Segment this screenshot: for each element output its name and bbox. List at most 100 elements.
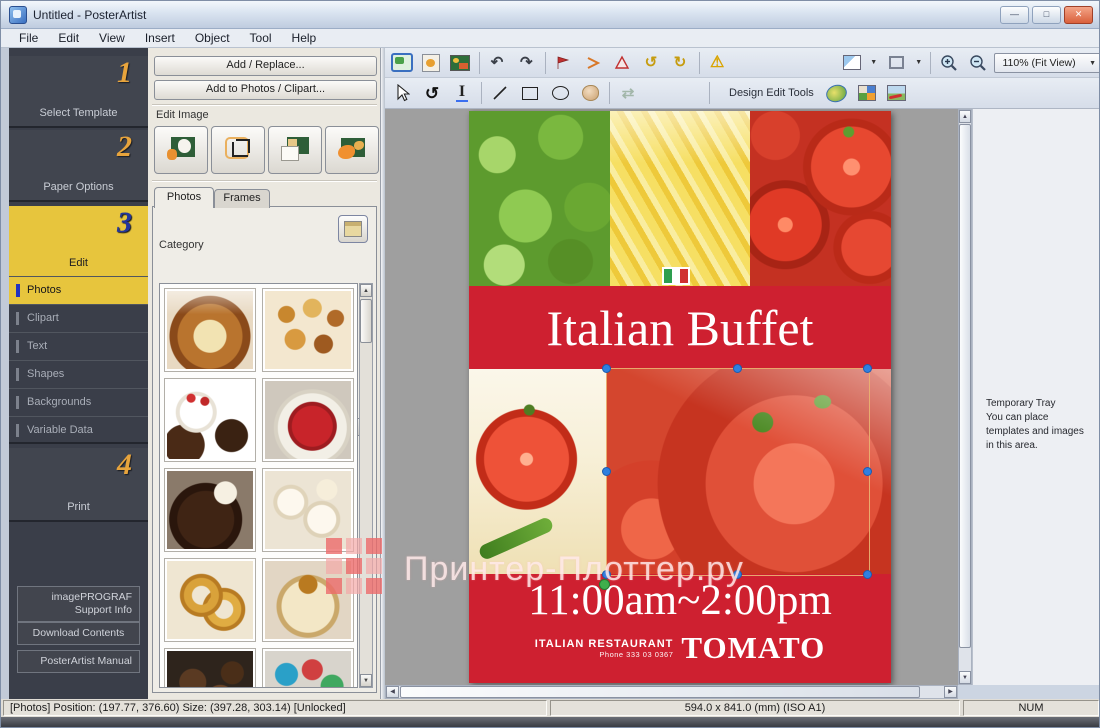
trimming-tool-button[interactable] xyxy=(211,126,265,174)
menu-file[interactable]: File xyxy=(9,30,48,46)
step-3-edit[interactable]: 3 Edit xyxy=(9,206,148,276)
sidebar-item-shapes[interactable]: Shapes xyxy=(9,360,148,388)
line-color-dropdown-arrow-icon[interactable]: ▼ xyxy=(915,59,922,66)
poster-image-tomatoes[interactable] xyxy=(750,111,891,286)
step-4-print[interactable]: 4 Print xyxy=(9,448,148,522)
canvas-hscroll-thumb[interactable] xyxy=(400,686,920,698)
menu-edit[interactable]: Edit xyxy=(48,30,89,46)
imageprograf-support-info-button[interactable]: imagePROGRAF Support Info xyxy=(17,586,140,622)
flip-horizontal-button[interactable] xyxy=(551,50,576,76)
maximize-button[interactable]: □ xyxy=(1032,6,1061,24)
poster-brand-text[interactable]: TOMATO xyxy=(681,632,825,663)
poster-canvas[interactable]: Italian Buffet 11:00am~2:00pm ITALIAN RE… xyxy=(469,111,891,683)
poster-phone-text[interactable]: Phone 333 03 0367 xyxy=(535,650,674,659)
poster-image-penne-pasta[interactable] xyxy=(610,111,750,286)
italian-flag-icon[interactable] xyxy=(662,267,690,285)
poster-title-band[interactable]: Italian Buffet xyxy=(469,286,891,369)
poster-image-tomato-slices[interactable] xyxy=(606,369,891,574)
zoom-out-button[interactable] xyxy=(965,50,990,76)
text-tool-button[interactable]: I xyxy=(449,80,475,106)
thumbnail-strawberry-tart[interactable] xyxy=(262,378,354,462)
view-mode-button[interactable] xyxy=(338,215,368,243)
poster-footer-band[interactable]: 11:00am~2:00pm ITALIAN RESTAURANT Phone … xyxy=(469,574,891,683)
fill-color-button[interactable] xyxy=(838,50,865,76)
photo-placeholder-tool-button[interactable] xyxy=(577,80,603,106)
sidebar-item-clipart[interactable]: Clipart xyxy=(9,304,148,332)
poster-time-text[interactable]: 11:00am~2:00pm xyxy=(469,576,891,625)
download-contents-button[interactable]: Download Contents xyxy=(17,622,140,645)
mirror-button[interactable] xyxy=(609,50,634,76)
sidebar-item-backgrounds[interactable]: Backgrounds xyxy=(9,388,148,416)
poster-restaurant-text[interactable]: ITALIAN RESTAURANT xyxy=(535,638,674,650)
sidebar-item-photos[interactable]: Photos xyxy=(9,276,148,304)
canvas-scroll-up-icon[interactable]: ▲ xyxy=(959,110,971,123)
rotate-right-button[interactable]: ↻ xyxy=(667,50,692,76)
temporary-tray[interactable]: Temporary Tray You can place templates a… xyxy=(972,109,1100,685)
photo-grid-scrollbar[interactable]: ▲ ▼ xyxy=(359,283,373,688)
thumbnail-fried-rings[interactable] xyxy=(164,558,256,642)
insert-image-button[interactable] xyxy=(447,50,472,76)
tab-photos[interactable]: Photos xyxy=(154,187,214,208)
menu-view[interactable]: View xyxy=(89,30,135,46)
selection-handle-nw[interactable] xyxy=(602,364,611,373)
menu-object[interactable]: Object xyxy=(185,30,240,46)
selection-handle-se[interactable] xyxy=(863,570,872,579)
close-button[interactable]: ✕ xyxy=(1064,6,1093,24)
swap-images-button[interactable]: ⇄ xyxy=(615,80,641,106)
selection-handle-ne[interactable] xyxy=(863,364,872,373)
add-replace-button[interactable]: Add / Replace... xyxy=(154,56,377,76)
layout-edit-button[interactable] xyxy=(854,80,880,106)
undo-button[interactable]: ↶ xyxy=(484,50,509,76)
sidebar-item-text[interactable]: Text xyxy=(9,332,148,360)
selection-handle-e[interactable] xyxy=(863,467,872,476)
poster-image-lettuce[interactable] xyxy=(469,111,610,286)
add-to-photos-clipart-button[interactable]: Add to Photos / Clipart... xyxy=(154,80,377,100)
poster-title-text[interactable]: Italian Buffet xyxy=(546,299,813,357)
thumbnail-canapes[interactable] xyxy=(262,288,354,372)
thumbnail-strawberry-cakes[interactable] xyxy=(164,378,256,462)
select-tool-button[interactable] xyxy=(389,80,415,106)
selection-handle-n[interactable] xyxy=(733,364,742,373)
selection-handle-sw[interactable] xyxy=(602,570,611,579)
redo-button[interactable]: ↷ xyxy=(514,50,539,76)
design-canvas[interactable]: Italian Buffet 11:00am~2:00pm ITALIAN RE… xyxy=(385,109,958,685)
background-edit-button[interactable] xyxy=(824,80,850,106)
posterartist-manual-button[interactable]: PosterArtist Manual xyxy=(17,650,140,673)
canvas-horizontal-scrollbar[interactable]: ◀ ▶ xyxy=(385,685,958,699)
menu-insert[interactable]: Insert xyxy=(135,30,185,46)
line-color-button[interactable] xyxy=(883,50,910,76)
step-2-paper-options[interactable]: 2 Paper Options xyxy=(9,130,148,202)
rectangle-tool-button[interactable] xyxy=(517,80,543,106)
save-to-tray-button[interactable] xyxy=(418,50,443,76)
step-1-select-template[interactable]: 1 Select Template xyxy=(9,56,148,128)
canvas-scroll-left-icon[interactable]: ◀ xyxy=(386,686,399,698)
check-design-button[interactable] xyxy=(389,50,414,76)
cutout-tool-button[interactable] xyxy=(154,126,208,174)
rotation-handle[interactable] xyxy=(599,579,610,590)
photo-grid-scroll-thumb[interactable] xyxy=(360,299,372,343)
thumbnail-chocolate-pieces[interactable] xyxy=(164,648,256,688)
scroll-down-icon[interactable]: ▼ xyxy=(360,674,372,687)
scroll-up-icon[interactable]: ▲ xyxy=(360,284,372,297)
thumbnail-chocolate-cake[interactable] xyxy=(164,468,256,552)
selection-handle-s[interactable] xyxy=(733,570,742,579)
zoom-in-button[interactable] xyxy=(936,50,961,76)
menu-tool[interactable]: Tool xyxy=(240,30,282,46)
menu-help[interactable]: Help xyxy=(282,30,327,46)
sidebar-item-variable-data[interactable]: Variable Data xyxy=(9,416,148,444)
ellipse-tool-button[interactable] xyxy=(547,80,573,106)
tab-frames[interactable]: Frames xyxy=(214,189,270,208)
poster-image-tomato-and-pea[interactable] xyxy=(469,369,606,574)
thumbnail-caramel-cheesecake[interactable] xyxy=(262,558,354,642)
selection-handle-w[interactable] xyxy=(602,467,611,476)
photo-retouch-button[interactable] xyxy=(884,80,910,106)
canvas-scroll-down-icon[interactable]: ▼ xyxy=(959,671,971,684)
line-tool-button[interactable] xyxy=(487,80,513,106)
canvas-vertical-scrollbar[interactable]: ▲ ▼ xyxy=(958,109,972,685)
fill-color-dropdown-arrow-icon[interactable]: ▼ xyxy=(870,59,877,66)
thumbnail-cream-swirl-cakes[interactable] xyxy=(262,468,354,552)
canvas-scroll-right-icon[interactable]: ▶ xyxy=(944,686,957,698)
thumbnail-wrapped-candies[interactable] xyxy=(262,648,354,688)
minimize-button[interactable]: — xyxy=(1000,6,1029,24)
design-check-warning-button[interactable]: ⚠ xyxy=(705,50,730,76)
